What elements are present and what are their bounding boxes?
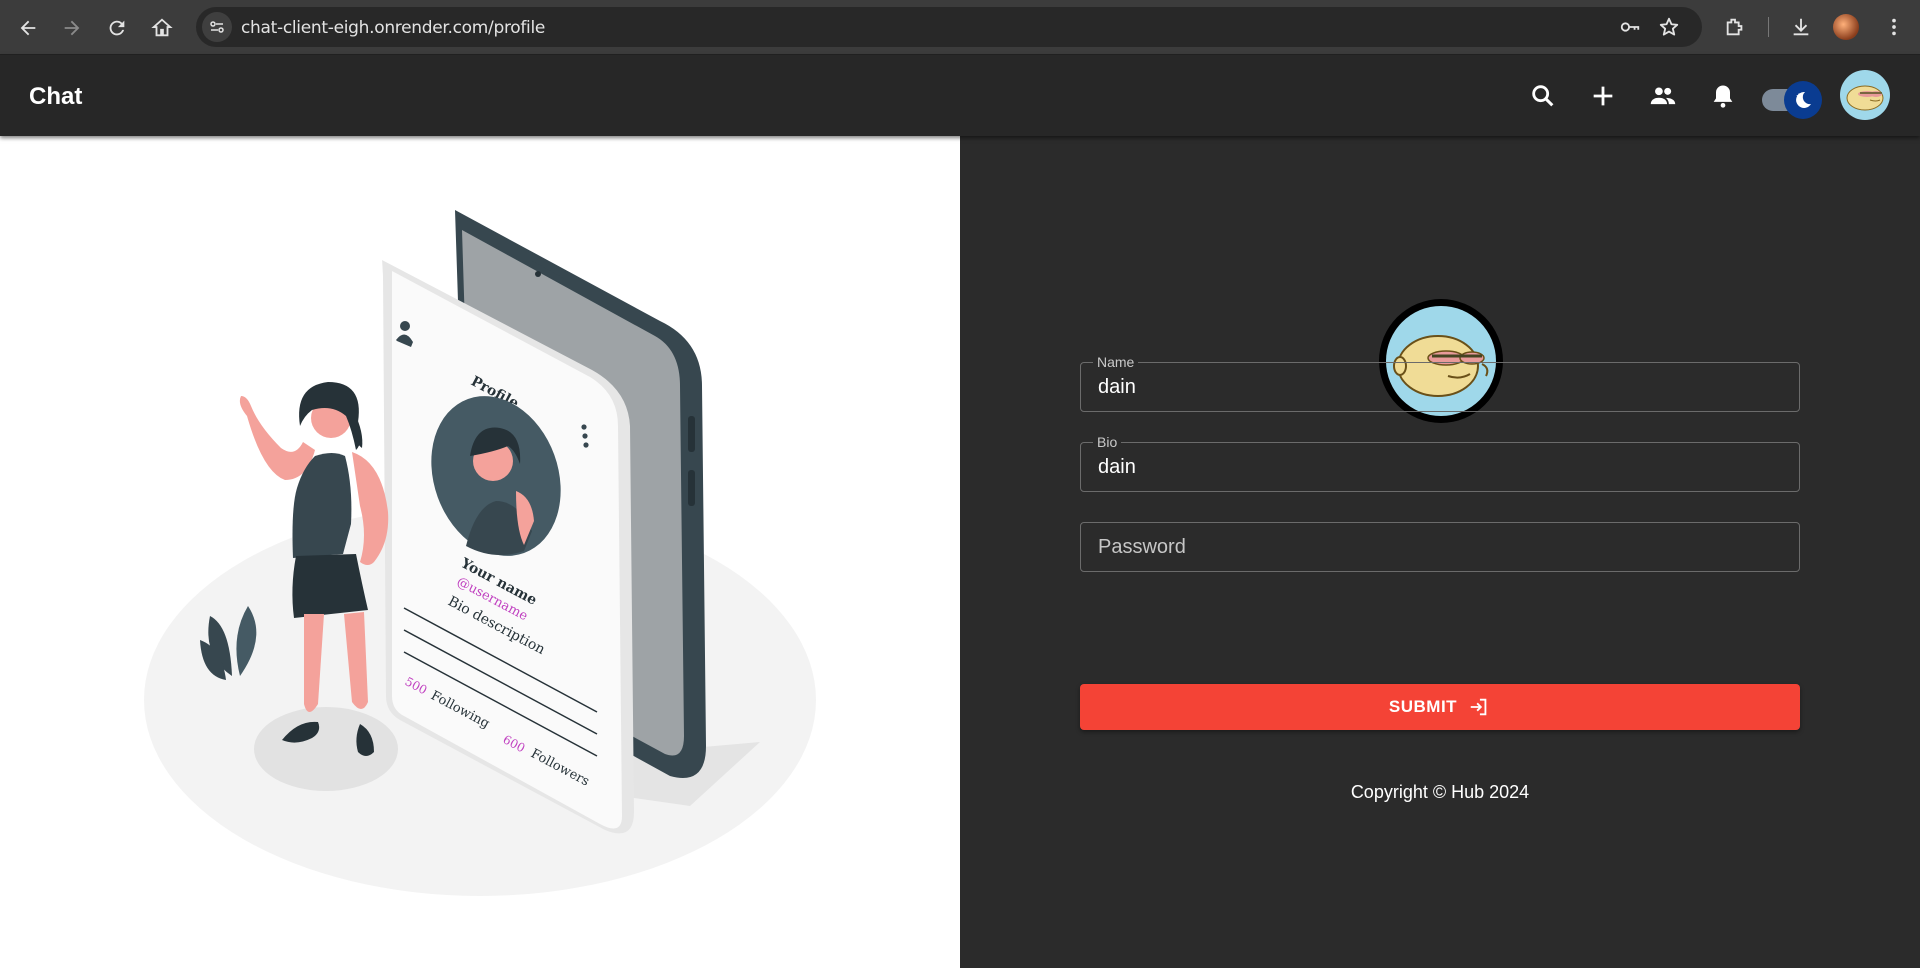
password-field[interactable] [1080, 522, 1800, 572]
notifications-icon[interactable] [1703, 76, 1743, 116]
profile-illustration: Profile Your name @username Bio descript… [144, 210, 816, 896]
search-icon[interactable] [1523, 76, 1563, 116]
address-bar[interactable]: chat-client-eigh.onrender.com/profile [196, 7, 1702, 47]
browser-profile-avatar[interactable] [1833, 14, 1859, 40]
bio-field[interactable]: Bio [1080, 434, 1800, 492]
illustration-panel: Profile Your name @username Bio descript… [0, 136, 960, 968]
submit-label: SUBMIT [1388, 697, 1458, 716]
back-icon[interactable] [12, 12, 44, 44]
site-info-icon[interactable] [202, 12, 232, 42]
bookmark-star-icon[interactable] [1657, 15, 1681, 39]
url-text: chat-client-eigh.onrender.com/profile [241, 18, 546, 38]
home-icon[interactable] [146, 12, 178, 44]
forward-icon[interactable] [56, 12, 88, 44]
key-icon[interactable] [1618, 15, 1642, 39]
download-icon[interactable] [1786, 12, 1816, 42]
bio-input[interactable] [1081, 443, 1799, 491]
extensions-icon[interactable] [1720, 12, 1750, 42]
password-input[interactable] [1081, 523, 1799, 571]
moon-icon [1784, 81, 1822, 119]
copyright-text: Copyright © Hub 2024 [1350, 782, 1530, 802]
profile-form-panel: Name Bio SUBMIT Copyright © Hub 2024 [960, 136, 1920, 968]
browser-toolbar: chat-client-eigh.onrender.com/profile [0, 0, 1920, 55]
reload-icon[interactable] [101, 12, 133, 44]
add-icon[interactable] [1583, 76, 1623, 116]
name-field[interactable]: Name [1080, 354, 1800, 412]
app-title[interactable]: Chat [29, 83, 82, 111]
user-avatar[interactable] [1840, 70, 1890, 120]
login-icon [1467, 695, 1491, 719]
submit-button[interactable]: SUBMIT [1080, 684, 1800, 730]
toolbar-divider [1768, 17, 1769, 37]
name-input[interactable] [1081, 363, 1799, 411]
people-icon[interactable] [1643, 76, 1683, 116]
dark-mode-toggle[interactable] [1760, 80, 1824, 119]
more-vert-icon[interactable] [1879, 12, 1909, 42]
app-bar: Chat [0, 55, 1920, 136]
